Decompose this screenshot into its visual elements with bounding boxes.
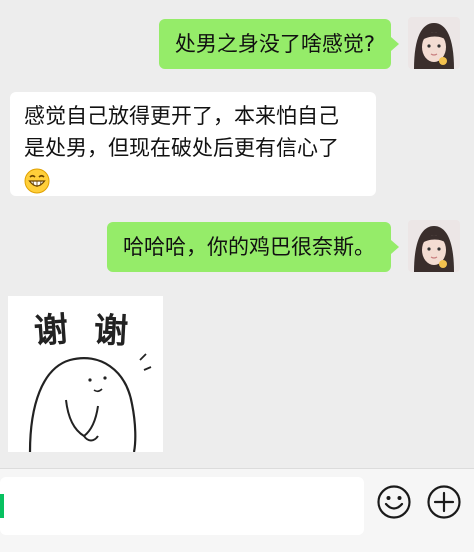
text-cursor <box>0 494 4 518</box>
emoji-button[interactable] <box>376 484 412 520</box>
avatar-image <box>408 220 460 272</box>
message-text: 哈哈哈，你的鸡巴很奈斯。 <box>123 235 375 259</box>
message-text: 处男之身没了啥感觉? <box>174 32 375 56</box>
smiley-face-icon <box>377 485 411 519</box>
sticker-char: 谢 <box>33 310 70 352</box>
chat-area: 处男之身没了啥感觉? 感觉自己放得更开了，本来怕自己 是处男，但现在破处后更有信… <box>0 0 474 470</box>
more-button[interactable] <box>426 484 462 520</box>
thank-you-sticker: 谢 谢 <box>8 296 163 452</box>
plus-circle-icon <box>427 485 461 519</box>
outgoing-message[interactable]: 处男之身没了啥感觉? <box>158 19 400 69</box>
avatar[interactable] <box>408 17 460 69</box>
avatar[interactable] <box>408 220 460 272</box>
incoming-message[interactable]: 感觉自己放得更开了，本来怕自己 是处男，但现在破处后更有信心了 <box>10 92 376 196</box>
outgoing-message[interactable]: 哈哈哈，你的鸡巴很奈斯。 <box>107 222 399 272</box>
message-line: 感觉自己放得更开了，本来怕自己 <box>24 104 339 128</box>
message-line: 是处男，但现在破处后更有信心了 <box>24 136 339 160</box>
grinning-face-icon <box>24 168 50 194</box>
sticker-char: 谢 <box>93 310 129 352</box>
message-input[interactable] <box>0 477 364 535</box>
avatar-image <box>408 17 460 69</box>
input-bar <box>0 468 474 552</box>
sticker-message[interactable]: 谢 谢 <box>8 296 163 452</box>
